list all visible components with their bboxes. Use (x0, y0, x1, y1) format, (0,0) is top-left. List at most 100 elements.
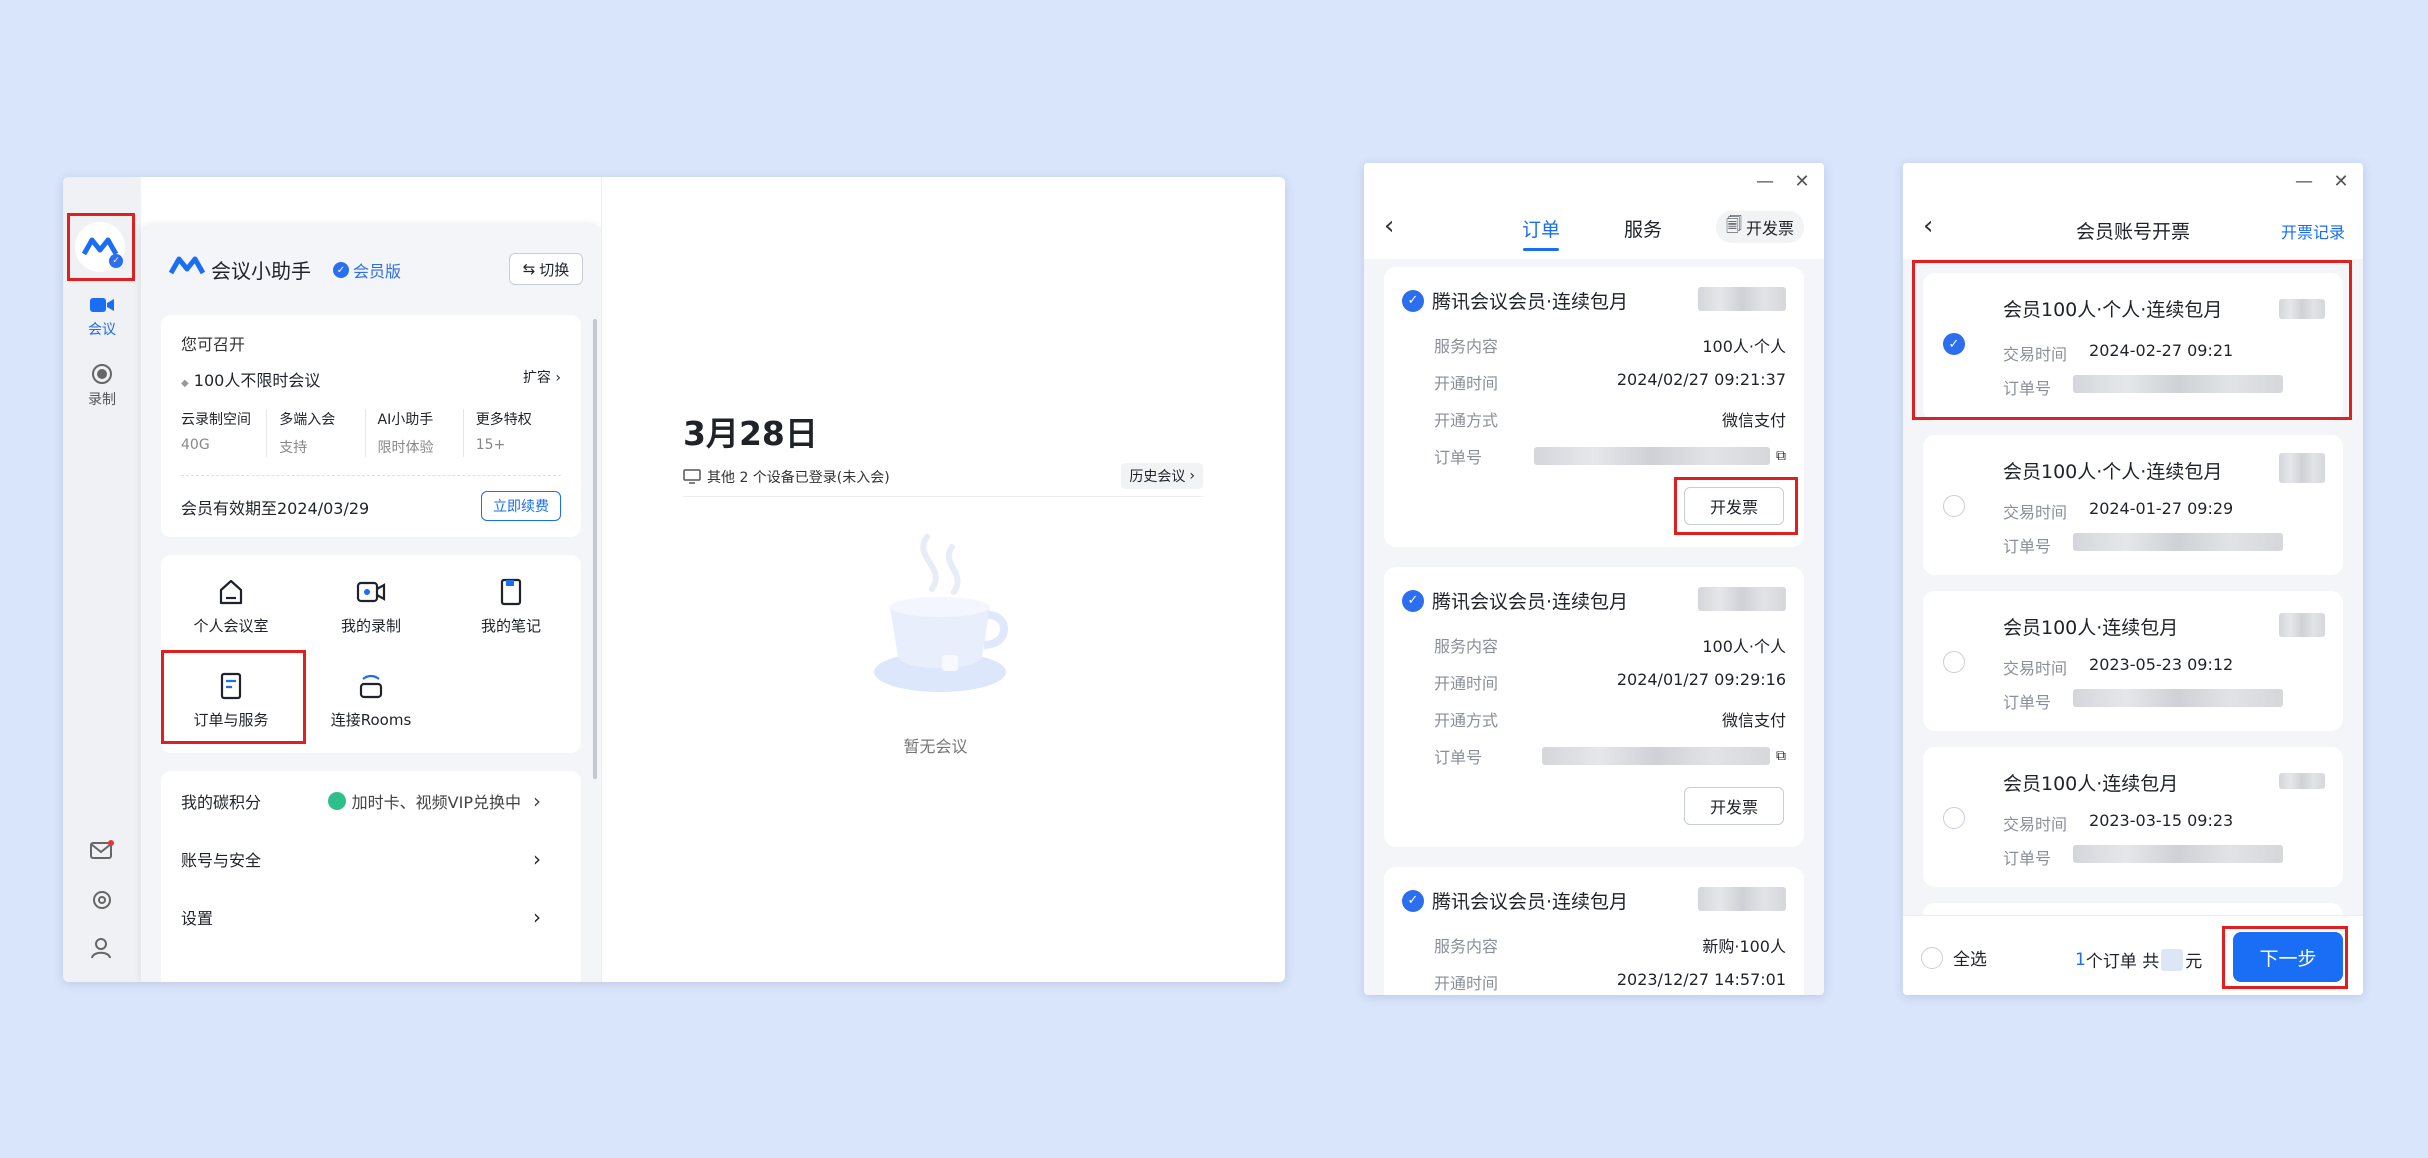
field-value: 微信支付 (1721, 711, 1786, 730)
field-label: 交易时间 (2003, 345, 2068, 364)
order-title: ✓ 腾讯会议会员·连续包月 (1402, 287, 1628, 314)
back-arrow-icon[interactable]: ‹ (1384, 211, 1394, 241)
order-row-open-time: 开通时间 2024/02/27 09:21:37 (1434, 370, 1786, 394)
invoice-order-item[interactable]: 会员100人·连续包月 交易时间 2023-03-15 09:23 订单号 (1923, 747, 2343, 887)
contacts-icon[interactable] (90, 936, 114, 960)
redacted-value (2073, 845, 2284, 863)
minimize-icon[interactable]: — (2295, 173, 2313, 191)
renew-button[interactable]: 立即续费 (481, 491, 561, 521)
empty-coffee-cup-illustration (874, 534, 1008, 692)
chevron-right-icon: › (533, 905, 541, 929)
carbon-points-row[interactable]: 我的碳积分 加时卡、视频VIP兑换中 › (181, 789, 541, 813)
avatar[interactable]: ✓ (75, 222, 125, 272)
field-label: 交易时间 (2003, 659, 2068, 678)
radio-unchecked-icon[interactable] (1943, 495, 1965, 517)
field-label: 订单号 (2003, 849, 2052, 868)
invoice-window: — ✕ ‹ 会员账号开票 开票记录 ✓ 会员100人·个人·连续包月 交易时间 2… (1903, 163, 2363, 995)
feature-connect-rooms[interactable]: 连接Rooms (301, 671, 441, 730)
feature-my-recordings[interactable]: 我的录制 (301, 577, 441, 636)
minimize-icon[interactable]: — (1756, 173, 1774, 191)
feature-personal-room[interactable]: 个人会议室 (161, 577, 301, 636)
mail-icon[interactable] (90, 840, 114, 860)
copy-icon[interactable]: ⧉ (1776, 448, 1786, 464)
invoice-records-link[interactable]: 开票记录 (2281, 219, 2345, 243)
settings-row[interactable]: 设置 › (181, 905, 541, 929)
order-title: ✓ 腾讯会议会员·连续包月 (1402, 887, 1628, 914)
carbon-hint: 加时卡、视频VIP兑换中 › (327, 789, 541, 813)
field-label: 开通时间 (1434, 674, 1499, 693)
redacted-value (2279, 773, 2325, 789)
field-label: 开通时间 (1434, 974, 1499, 993)
field-value: 2024-01-27 09:29 (2089, 499, 2234, 518)
switch-label: 切换 (539, 260, 570, 279)
field-label: 订单号 (1434, 448, 1483, 467)
field-value: 微信支付 (1721, 411, 1786, 430)
order-title-text: 腾讯会议会员·连续包月 (1432, 591, 1629, 613)
feature-label: 我的录制 (340, 617, 401, 635)
issue-invoice-button[interactable]: 开发票 (1684, 787, 1784, 825)
tab-services[interactable]: 服务 (1624, 215, 1662, 242)
panel-scrollbar[interactable] (593, 319, 597, 779)
order-row-open-time: 开通时间 2023/12/27 14:57:01 (1434, 970, 1786, 994)
field-value: 2024-02-27 09:21 (2089, 341, 2234, 360)
field-label: 开通方式 (1434, 711, 1499, 730)
invoice-order-item[interactable]: ✓ 会员100人·个人·连续包月 交易时间 2024-02-27 09:21 订单… (1923, 273, 2343, 421)
next-step-button[interactable]: 下一步 (2233, 932, 2343, 982)
close-icon[interactable]: ✕ (2333, 173, 2349, 191)
item-time-row: 交易时间 2023-03-15 09:23 (2003, 811, 2233, 835)
settings-label: 设置 (181, 909, 214, 928)
home-icon (219, 579, 243, 605)
issue-invoice-button[interactable]: 开发票 (1684, 487, 1784, 525)
invoice-icon: 🗐 (1726, 214, 1742, 234)
chevron-right-icon: › (555, 370, 561, 386)
feature-my-notes[interactable]: 我的笔记 (441, 577, 581, 636)
order-row-service: 服务内容 新购·100人 (1434, 933, 1786, 957)
account-security-row[interactable]: 账号与安全 › (181, 847, 541, 871)
order-card: ✓ 腾讯会议会员·连续包月 服务内容 100人·个人 开通时间 2024/01/27… (1384, 567, 1804, 847)
settings-gear-icon[interactable] (90, 888, 114, 912)
item-title: 会员100人·连续包月 (2003, 773, 2179, 795)
redacted-value (1534, 447, 1770, 465)
field-label: 交易时间 (2003, 503, 2068, 522)
expand-link[interactable]: 扩容 › (523, 367, 561, 387)
order-row-number: 订单号 ⧉ (1434, 744, 1786, 768)
field-label: 服务内容 (1434, 337, 1499, 356)
devices-note[interactable]: 其他 2 个设备已登录(未入会) (683, 467, 890, 487)
devices-note-text: 其他 2 个设备已登录(未入会) (707, 470, 890, 486)
feature-orders-services[interactable]: 订单与服务 (161, 671, 301, 730)
redacted-value (2073, 689, 2284, 707)
radio-unchecked-icon[interactable] (1943, 651, 1965, 673)
select-all[interactable]: 全选 (1921, 945, 1987, 970)
redacted-value (1542, 747, 1770, 765)
radio-checked-icon[interactable]: ✓ (1943, 333, 1965, 355)
main-area: 3月28日 其他 2 个设备已登录(未入会) 历史会议 › 暂无会议 (601, 177, 1285, 982)
field-value: 100人·个人 (1702, 337, 1786, 356)
field-label: 服务内容 (1434, 637, 1499, 656)
stat-value: 限时体验 (377, 440, 434, 456)
item-time-row: 交易时间 2024-01-27 09:29 (2003, 499, 2233, 523)
sidebar-item-record[interactable]: 录制 (63, 363, 141, 409)
invoice-header-button[interactable]: 🗐 开发票 (1716, 211, 1804, 243)
invoice-order-item[interactable]: 会员100人·连续包月 交易时间 2023-05-23 09:12 订单号 (1923, 591, 2343, 731)
available-title: 您可召开 (181, 335, 246, 354)
copy-icon[interactable]: ⧉ (1776, 748, 1786, 764)
selected-count: 1 (2075, 949, 2086, 970)
video-camera-icon (356, 581, 386, 603)
order-row-method: 开通方式 微信支付 (1434, 407, 1786, 431)
tab-orders[interactable]: 订单 (1522, 215, 1560, 251)
history-meetings-button[interactable]: 历史会议 › (1121, 463, 1203, 489)
switch-button[interactable]: ⇆ 切换 (509, 253, 583, 285)
sidebar-item-meeting[interactable]: 会议 (63, 295, 141, 339)
stats-row: 云录制空间 40G 多端入会 支持 AI小助手 限时体验 更多特权 15+ (181, 409, 561, 457)
invoice-order-item[interactable]: 会员100人·个人·连续包月 交易时间 2024-01-27 09:29 订单号 (1923, 435, 2343, 575)
chevron-right-icon: › (1189, 468, 1195, 484)
features-card: 个人会议室 我的录制 我的笔记 订单与服务 连接Rooms (161, 555, 581, 753)
stat-label: 多端入会 (279, 412, 336, 428)
field-value: ⧉ (1542, 744, 1786, 768)
close-icon[interactable]: ✕ (1794, 173, 1810, 191)
radio-unchecked-icon[interactable] (1943, 807, 1965, 829)
item-title: 会员100人·连续包月 (2003, 617, 2179, 639)
item-time-row: 交易时间 2024-02-27 09:21 (2003, 341, 2233, 365)
field-label: 订单号 (2003, 379, 2052, 398)
stat-label: 云录制空间 (181, 412, 251, 428)
